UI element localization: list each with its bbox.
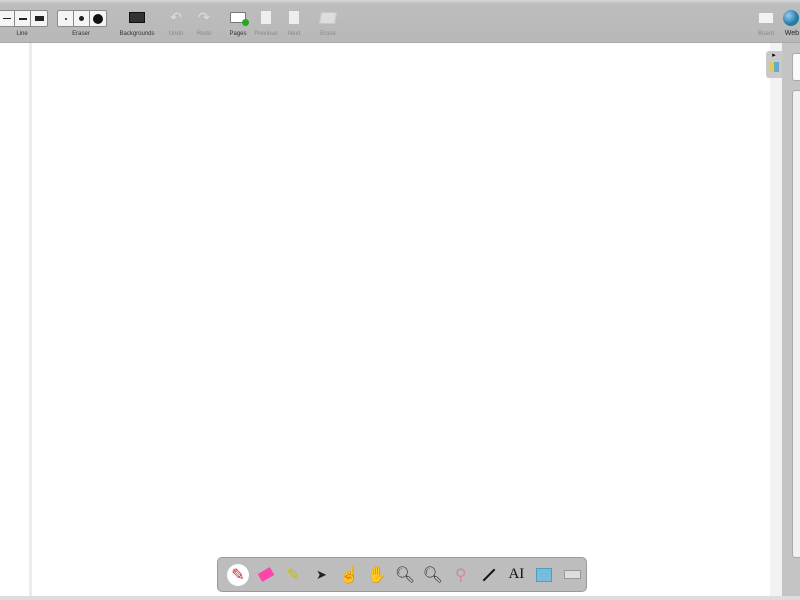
- line-label: Line: [16, 31, 28, 37]
- palette-content[interactable]: [792, 90, 800, 558]
- erase-button[interactable]: [318, 9, 338, 26]
- library-icon: [769, 62, 779, 72]
- marker-tool[interactable]: ✎: [280, 561, 308, 589]
- laser-pointer-tool[interactable]: ⚲: [447, 561, 475, 589]
- eraser-size-selector[interactable]: [57, 10, 107, 27]
- palette-header: [792, 53, 800, 81]
- redo-label: Redo: [196, 31, 212, 37]
- zoom-out-icon: 🔍︎: [422, 566, 443, 584]
- erase-icon: [318, 11, 338, 24]
- board-right-edge: [770, 43, 782, 600]
- pointing-hand-icon: ☝: [339, 566, 360, 584]
- arrow-cursor-icon: ➤: [316, 566, 327, 582]
- next-label: Next: [287, 31, 301, 37]
- previous-button[interactable]: [257, 9, 275, 26]
- capture-tool[interactable]: [530, 561, 558, 589]
- stylus-palette: ✎ ✎ ➤ ☝ ✋ 🔍︎ 🔍︎ ⚲ AI: [217, 557, 587, 592]
- redo-button[interactable]: ↷: [195, 9, 213, 26]
- pen-icon: ✎: [226, 563, 249, 586]
- previous-label: Previous: [254, 31, 278, 37]
- line-width-selector[interactable]: [0, 10, 48, 27]
- line-thin-button[interactable]: [0, 11, 15, 26]
- zoom-in-tool[interactable]: 🔍︎: [391, 561, 419, 589]
- laser-pointer-icon: ⚲: [454, 566, 467, 584]
- keyboard-icon: [563, 570, 581, 579]
- backgrounds-label: Backgrounds: [119, 31, 155, 37]
- eraser-icon: [257, 567, 275, 582]
- add-page-icon: [230, 12, 249, 26]
- eraser-small-button[interactable]: [58, 11, 74, 26]
- undo-button[interactable]: ↶: [167, 9, 185, 26]
- marker-icon: ✎: [286, 566, 301, 584]
- backgrounds-button[interactable]: [128, 9, 146, 26]
- line-icon: [482, 568, 495, 581]
- web-button[interactable]: [782, 9, 800, 26]
- interactor-tool[interactable]: ☝: [335, 561, 363, 589]
- web-label: Web: [784, 30, 799, 37]
- next-page-icon: [288, 10, 300, 25]
- next-button[interactable]: [285, 9, 303, 26]
- pages-button[interactable]: [229, 9, 249, 26]
- line-medium-button[interactable]: [15, 11, 31, 26]
- line-thick-button[interactable]: [31, 11, 47, 26]
- main-toolbar: Line Eraser Backgrounds ↶ Undo ↷ Redo Pa…: [0, 0, 800, 43]
- board-button[interactable]: [757, 9, 775, 26]
- eraser-medium-button[interactable]: [74, 11, 90, 26]
- bottom-edge: [0, 596, 800, 600]
- text-icon: AI: [508, 566, 525, 582]
- eraser-label: Eraser: [72, 31, 90, 37]
- board-icon: [758, 11, 774, 24]
- line-tool[interactable]: [475, 561, 503, 589]
- globe-icon: [783, 9, 799, 26]
- redo-icon: ↷: [198, 9, 210, 25]
- board-left-edge: [29, 43, 32, 598]
- eraser-large-button[interactable]: [90, 11, 106, 26]
- virtual-keyboard-tool[interactable]: [558, 561, 586, 589]
- hand-tool[interactable]: ✋: [363, 561, 391, 589]
- collapse-arrow-icon: ▸: [772, 52, 776, 59]
- selector-tool[interactable]: ➤: [308, 561, 336, 589]
- previous-page-icon: [260, 10, 272, 25]
- erase-label: Erase: [320, 31, 336, 37]
- zoom-out-tool[interactable]: 🔍︎: [419, 561, 447, 589]
- board-label: Board: [757, 31, 775, 37]
- undo-icon: ↶: [170, 9, 182, 25]
- eraser-tool[interactable]: [252, 561, 280, 589]
- hand-icon: ✋: [367, 566, 388, 584]
- text-tool[interactable]: AI: [502, 561, 530, 589]
- capture-icon: [536, 567, 553, 582]
- undo-label: Undo: [168, 31, 184, 37]
- backgrounds-icon: [129, 12, 145, 23]
- whiteboard-canvas[interactable]: [0, 43, 770, 598]
- library-palette-tab[interactable]: ▸: [766, 51, 782, 78]
- pages-label: Pages: [229, 31, 247, 37]
- pen-tool[interactable]: ✎: [224, 561, 252, 589]
- zoom-in-icon: 🔍︎: [394, 566, 416, 584]
